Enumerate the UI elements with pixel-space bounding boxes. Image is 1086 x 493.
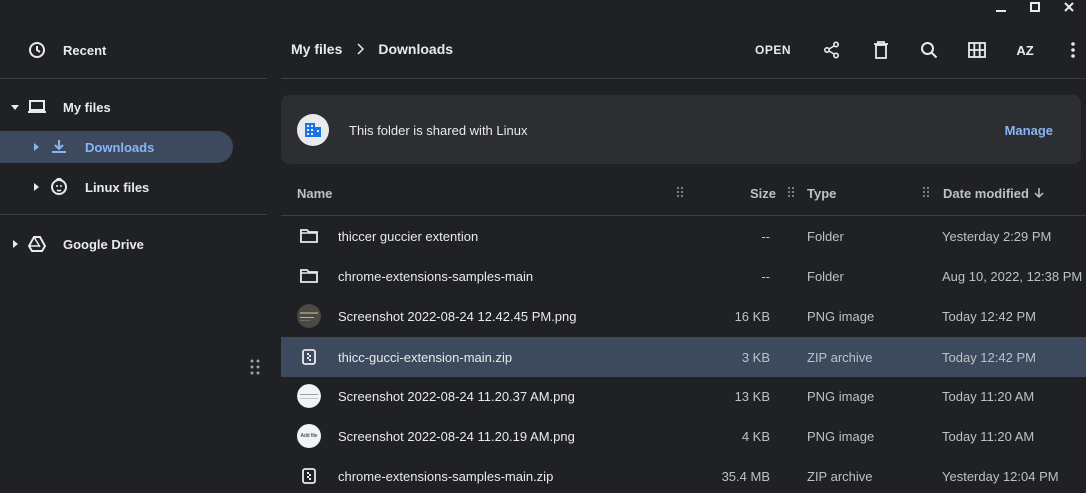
sidebar-item-label: Recent — [63, 42, 107, 58]
table-row[interactable]: thiccer guccier extention -- Folder Yest… — [281, 216, 1086, 256]
grid-view-button[interactable] — [965, 38, 989, 62]
expand-arrow-icon[interactable] — [10, 102, 20, 112]
sidebar-item-label: Google Drive — [63, 236, 144, 252]
laptop-icon — [27, 97, 47, 117]
file-name: Screenshot 2022-08-24 11.20.37 AM.png — [338, 389, 575, 404]
file-name: chrome-extensions-samples-main — [338, 269, 534, 284]
column-header-type[interactable]: Type — [807, 186, 836, 201]
column-resize-icon[interactable] — [788, 186, 794, 198]
table-row[interactable]: Screenshot 2022-08-24 12.42.45 PM.png 16… — [281, 296, 1086, 336]
sidebar-item-recent[interactable]: Recent — [0, 34, 267, 66]
column-resize-icon[interactable] — [677, 186, 683, 198]
file-name: thicc-gucci-extension-main.zip — [338, 350, 513, 365]
search-button[interactable] — [917, 38, 941, 62]
delete-icon — [874, 41, 888, 59]
more-button[interactable] — [1061, 38, 1085, 62]
file-type: ZIP archive — [807, 469, 873, 484]
sidebar-item-google-drive[interactable]: Google Drive — [0, 228, 267, 260]
sort-button[interactable]: AZ — [1013, 38, 1037, 62]
file-name: Screenshot 2022-08-24 11.20.19 AM.png — [338, 429, 575, 444]
more-icon — [1071, 42, 1075, 58]
zip-icon — [297, 345, 321, 369]
sidebar: Recent My files Downloads Linux files Go… — [0, 0, 267, 493]
file-type: Folder — [807, 229, 844, 244]
file-type: PNG image — [807, 309, 875, 324]
expand-arrow-icon[interactable] — [31, 142, 41, 152]
file-type: ZIP archive — [807, 350, 873, 365]
sidebar-item-label: Downloads — [85, 139, 155, 155]
file-date: Yesterday 2:29 PM — [942, 229, 1052, 244]
file-size: 35.4 MB — [721, 469, 770, 484]
linux-share-banner: This folder is shared with Linux Manage — [281, 95, 1081, 164]
thumbnail-text: Add file — [300, 433, 318, 439]
folder-icon — [297, 264, 321, 288]
grid-view-icon — [968, 42, 986, 58]
penguin-icon — [49, 177, 69, 197]
image-thumbnail-dark — [297, 304, 321, 328]
sidebar-item-label: Linux files — [85, 179, 150, 195]
table-row[interactable]: chrome-extensions-samples-main -- Folder… — [281, 256, 1086, 296]
file-size: 13 KB — [734, 389, 770, 404]
share-button[interactable] — [820, 38, 844, 62]
file-size: 4 KB — [741, 429, 770, 444]
zip-icon — [297, 464, 321, 488]
file-name: thiccer guccier extention — [338, 229, 479, 244]
manage-link[interactable]: Manage — [1005, 123, 1053, 138]
header: My files Downloads OPEN AZ — [281, 0, 1086, 79]
file-date: Today 11:20 AM — [942, 389, 1035, 404]
file-size: 3 KB — [741, 350, 770, 365]
file-date: Today 12:42 PM — [942, 309, 1036, 324]
expand-arrow-icon[interactable] — [10, 239, 20, 249]
file-size: 16 KB — [734, 309, 770, 324]
file-date: Yesterday 12:04 PM — [942, 469, 1059, 484]
drive-icon — [27, 234, 47, 254]
column-resize-icon[interactable] — [923, 186, 929, 198]
sidebar-divider — [0, 214, 267, 215]
sidebar-item-label: My files — [63, 99, 111, 115]
file-type: PNG image — [807, 389, 875, 404]
table-row[interactable]: chrome-extensions-samples-main.zip 35.4 … — [281, 456, 1086, 493]
file-type: Folder — [807, 269, 844, 284]
file-name: chrome-extensions-samples-main.zip — [338, 469, 554, 484]
banner-message: This folder is shared with Linux — [349, 123, 528, 138]
delete-button[interactable] — [869, 38, 893, 62]
download-icon — [49, 137, 69, 157]
file-date: Today 11:20 AM — [942, 429, 1035, 444]
open-button[interactable]: OPEN — [755, 43, 791, 57]
sort-icon: AZ — [1016, 42, 1034, 58]
sidebar-item-downloads[interactable]: Downloads — [0, 131, 233, 163]
file-date: Today 12:42 PM — [942, 350, 1036, 365]
table-row[interactable]: Add file Screenshot 2022-08-24 11.20.19 … — [281, 416, 1086, 456]
image-thumbnail-addfile: Add file — [297, 424, 321, 448]
file-list-header: Name Size Type Date modified — [281, 180, 1086, 216]
search-icon — [921, 42, 938, 59]
column-header-date[interactable]: Date modified — [943, 186, 1029, 201]
building-icon — [297, 114, 329, 146]
file-name: Screenshot 2022-08-24 12.42.45 PM.png — [338, 309, 577, 324]
column-header-name[interactable]: Name — [297, 186, 332, 201]
table-row[interactable]: Screenshot 2022-08-24 11.20.37 AM.png 13… — [281, 376, 1086, 416]
image-thumbnail-light — [297, 384, 321, 408]
toolbar: OPEN AZ — [281, 36, 1086, 64]
file-size: -- — [761, 269, 770, 284]
file-size: -- — [761, 229, 770, 244]
expand-arrow-icon[interactable] — [31, 182, 41, 192]
sidebar-item-my-files[interactable]: My files — [0, 91, 267, 123]
clock-icon — [27, 40, 47, 60]
sidebar-divider — [0, 78, 267, 79]
file-date: Aug 10, 2022, 12:38 PM — [942, 269, 1083, 284]
sidebar-item-linux-files[interactable]: Linux files — [0, 171, 267, 203]
table-row[interactable]: thicc-gucci-extension-main.zip 3 KB ZIP … — [281, 337, 1086, 377]
file-type: PNG image — [807, 429, 875, 444]
resize-handle-icon[interactable] — [250, 359, 260, 375]
column-header-size[interactable]: Size — [750, 186, 776, 201]
share-icon — [823, 41, 840, 59]
folder-icon — [297, 224, 321, 248]
arrow-down-icon[interactable] — [1033, 187, 1045, 199]
